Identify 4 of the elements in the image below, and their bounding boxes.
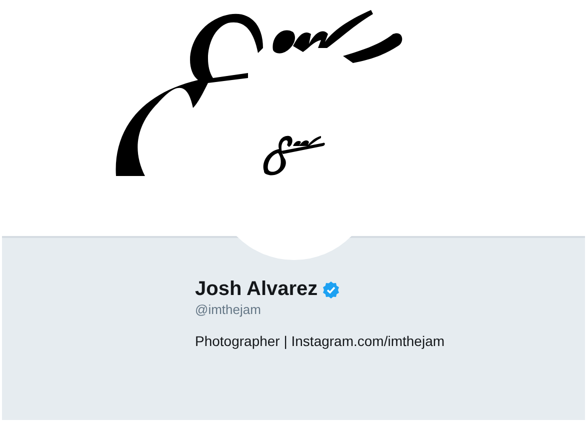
profile-name[interactable]: Josh Alvarez [195,278,318,301]
profile-bio: Photographer | Instagram.com/imthejam [195,333,445,349]
avatar-logo-drawing [261,133,327,177]
profile-handle[interactable]: @imthejam [195,302,261,317]
